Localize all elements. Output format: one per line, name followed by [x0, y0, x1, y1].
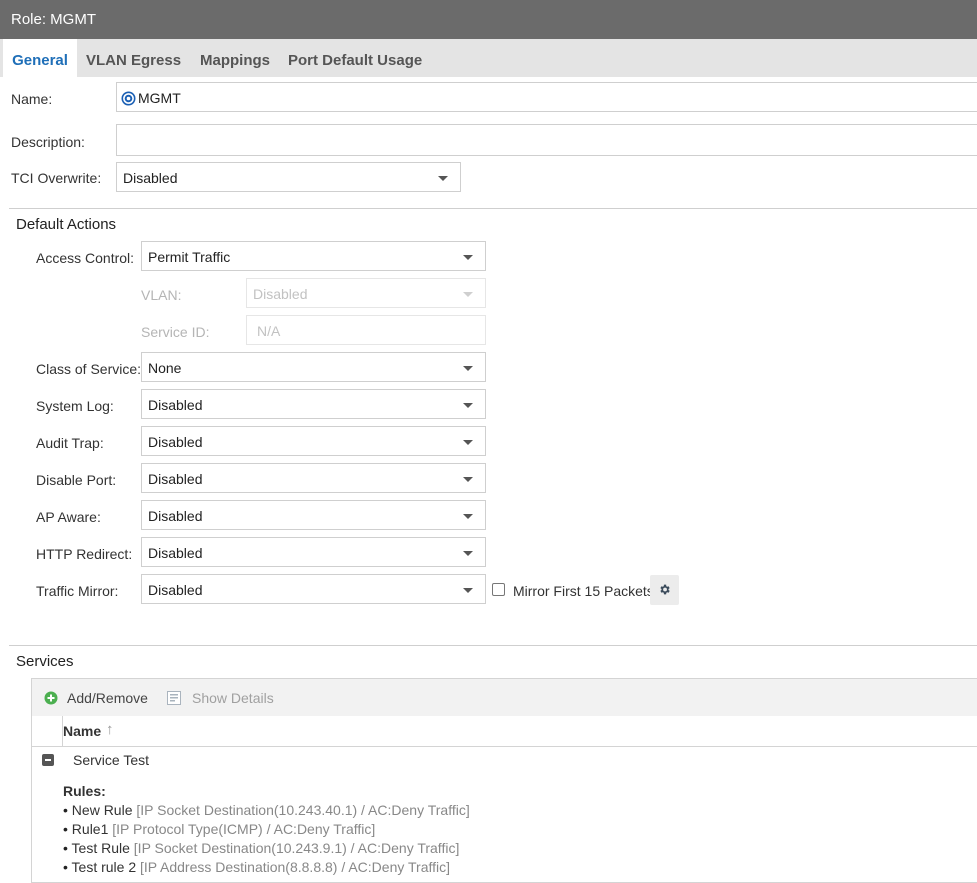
- ap-aware-select[interactable]: Disabled: [141, 500, 486, 530]
- description-label: Description:: [11, 134, 85, 150]
- chevron-down-icon: [463, 551, 473, 556]
- service-id-placeholder: N/A: [257, 323, 281, 339]
- disable-port-select[interactable]: Disabled: [141, 463, 486, 493]
- system-log-select[interactable]: Disabled: [141, 389, 486, 419]
- gear-icon: [660, 584, 670, 595]
- service-id-label: Service ID:: [141, 324, 210, 340]
- rule-item: • Test rule 2 [IP Address Destination(8.…: [63, 859, 450, 875]
- chevron-down-icon: [463, 477, 473, 482]
- chevron-down-icon: [438, 176, 448, 181]
- audit-trap-select[interactable]: Disabled: [141, 426, 486, 456]
- vlan-label: VLAN:: [141, 287, 182, 303]
- divider: [9, 645, 977, 646]
- divider: [9, 208, 977, 209]
- show-details-button[interactable]: Show Details: [167, 688, 277, 708]
- tab-bar: General VLAN Egress Mappings Port Defaul…: [0, 39, 977, 77]
- rule-item: • New Rule [IP Socket Destination(10.243…: [63, 802, 470, 818]
- vlan-value: Disabled: [253, 286, 308, 302]
- mirror-settings-button[interactable]: [650, 575, 679, 605]
- vlan-select: Disabled: [246, 278, 486, 308]
- mirror-first-checkbox[interactable]: [492, 583, 505, 596]
- chevron-down-icon: [463, 440, 473, 445]
- service-group-name: Service Test: [73, 752, 149, 768]
- access-control-value: Permit Traffic: [148, 249, 231, 265]
- class-of-service-value: None: [148, 360, 182, 376]
- rule-item: • Test Rule [IP Socket Destination(10.24…: [63, 840, 460, 856]
- audit-trap-label: Audit Trap:: [36, 435, 104, 451]
- chevron-down-icon: [463, 292, 473, 297]
- http-redirect-value: Disabled: [148, 545, 203, 561]
- disable-port-label: Disable Port:: [36, 472, 117, 488]
- name-label: Name:: [11, 91, 53, 107]
- traffic-mirror-select[interactable]: Disabled: [141, 574, 486, 604]
- rule-item: • Rule1 [IP Protocol Type(ICMP) / AC:Den…: [63, 821, 376, 837]
- chevron-down-icon: [463, 255, 473, 260]
- name-value: MGMT: [138, 90, 181, 106]
- rules-label: Rules:: [63, 783, 106, 799]
- tab-general[interactable]: General: [3, 39, 77, 77]
- traffic-mirror-label: Traffic Mirror:: [36, 583, 119, 599]
- name-column-header[interactable]: Name ↑: [63, 716, 263, 746]
- system-log-value: Disabled: [148, 397, 203, 413]
- window-title: Role: MGMT: [11, 11, 97, 28]
- tci-overwrite-value: Disabled: [123, 170, 178, 186]
- services-title: Services: [16, 653, 74, 670]
- services-table-header: Name ↑: [32, 716, 977, 747]
- chevron-down-icon: [463, 403, 473, 408]
- tci-overwrite-label: TCI Overwrite:: [11, 170, 102, 186]
- ap-aware-value: Disabled: [148, 508, 203, 524]
- ap-aware-label: AP Aware:: [36, 509, 101, 525]
- add-icon: [44, 691, 58, 705]
- services-toolbar: Add/Remove Show Details: [32, 679, 977, 716]
- disable-port-value: Disabled: [148, 471, 203, 487]
- show-details-label: Show Details: [192, 690, 274, 706]
- sort-ascending-icon: ↑: [106, 721, 114, 738]
- tab-mappings[interactable]: Mappings: [200, 39, 270, 77]
- chevron-down-icon: [463, 514, 473, 519]
- chevron-down-icon: [463, 366, 473, 371]
- system-log-label: System Log:: [36, 398, 114, 414]
- role-icon: [121, 91, 136, 106]
- name-column-label: Name: [63, 723, 102, 739]
- http-redirect-label: HTTP Redirect:: [36, 546, 133, 562]
- access-control-label: Access Control:: [36, 250, 135, 266]
- window-titlebar: Role: MGMT: [0, 0, 977, 39]
- details-icon: [167, 691, 181, 705]
- traffic-mirror-value: Disabled: [148, 582, 203, 598]
- class-of-service-select[interactable]: None: [141, 352, 486, 382]
- service-group-row[interactable]: Service Test: [32, 746, 977, 774]
- description-field[interactable]: [116, 124, 977, 156]
- mirror-first-label: Mirror First 15 Packets: [513, 583, 654, 599]
- class-of-service-label: Class of Service:: [36, 361, 142, 377]
- collapse-icon[interactable]: [42, 754, 54, 766]
- audit-trap-value: Disabled: [148, 434, 203, 450]
- tab-vlan-egress[interactable]: VLAN Egress: [86, 39, 181, 77]
- name-field[interactable]: MGMT: [116, 82, 977, 112]
- default-actions-title: Default Actions: [16, 216, 117, 233]
- chevron-down-icon: [463, 588, 473, 593]
- services-panel: Add/Remove Show Details Name ↑ Service T…: [31, 678, 977, 883]
- add-remove-label: Add/Remove: [67, 690, 148, 706]
- tci-overwrite-select[interactable]: Disabled: [116, 162, 461, 192]
- http-redirect-select[interactable]: Disabled: [141, 537, 486, 567]
- tab-port-default-usage[interactable]: Port Default Usage: [288, 39, 422, 77]
- service-id-input: N/A: [246, 315, 486, 345]
- access-control-select[interactable]: Permit Traffic: [141, 241, 486, 271]
